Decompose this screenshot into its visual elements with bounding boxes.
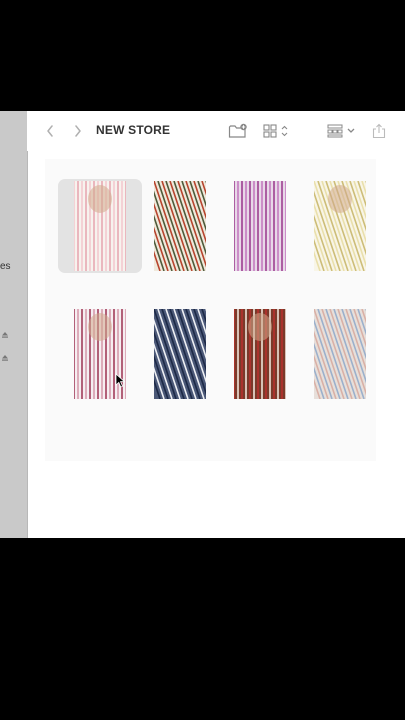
image-thumbnail bbox=[314, 309, 366, 399]
back-button[interactable] bbox=[43, 121, 57, 141]
forward-button[interactable] bbox=[71, 121, 85, 141]
image-thumbnail bbox=[234, 309, 286, 399]
group-by-icon bbox=[327, 124, 355, 138]
view-mode-button[interactable] bbox=[262, 121, 292, 141]
mouse-pointer-icon bbox=[115, 373, 126, 388]
image-thumbnail bbox=[154, 309, 206, 399]
chevron-left-icon bbox=[47, 125, 53, 137]
file-item[interactable] bbox=[298, 307, 382, 401]
window-title: NEW STORE bbox=[96, 123, 171, 137]
finder-window: es NEW STORE bbox=[0, 111, 405, 538]
toolbar: NEW STORE bbox=[27, 111, 405, 151]
grid-view-icon bbox=[263, 124, 288, 138]
sidebar: es bbox=[0, 111, 28, 538]
file-item[interactable] bbox=[298, 179, 382, 273]
file-item[interactable] bbox=[58, 307, 142, 401]
new-folder-button[interactable] bbox=[227, 121, 249, 141]
image-thumbnail bbox=[234, 181, 286, 271]
share-icon bbox=[372, 123, 386, 139]
image-thumbnail bbox=[314, 181, 366, 271]
eject-icon[interactable] bbox=[1, 331, 9, 339]
file-item[interactable] bbox=[218, 307, 302, 401]
chevron-right-icon bbox=[75, 125, 81, 137]
image-thumbnail bbox=[154, 181, 206, 271]
folder-badge-plus-icon bbox=[228, 123, 247, 138]
file-item[interactable] bbox=[58, 179, 142, 273]
group-by-button[interactable] bbox=[327, 121, 357, 141]
file-grid bbox=[45, 159, 376, 461]
share-button[interactable] bbox=[371, 121, 387, 141]
eject-icon[interactable] bbox=[1, 354, 9, 362]
image-thumbnail bbox=[74, 181, 126, 271]
sidebar-partial-label[interactable]: es bbox=[0, 261, 11, 272]
file-item[interactable] bbox=[138, 179, 222, 273]
file-item[interactable] bbox=[138, 307, 222, 401]
file-item[interactable] bbox=[218, 179, 302, 273]
